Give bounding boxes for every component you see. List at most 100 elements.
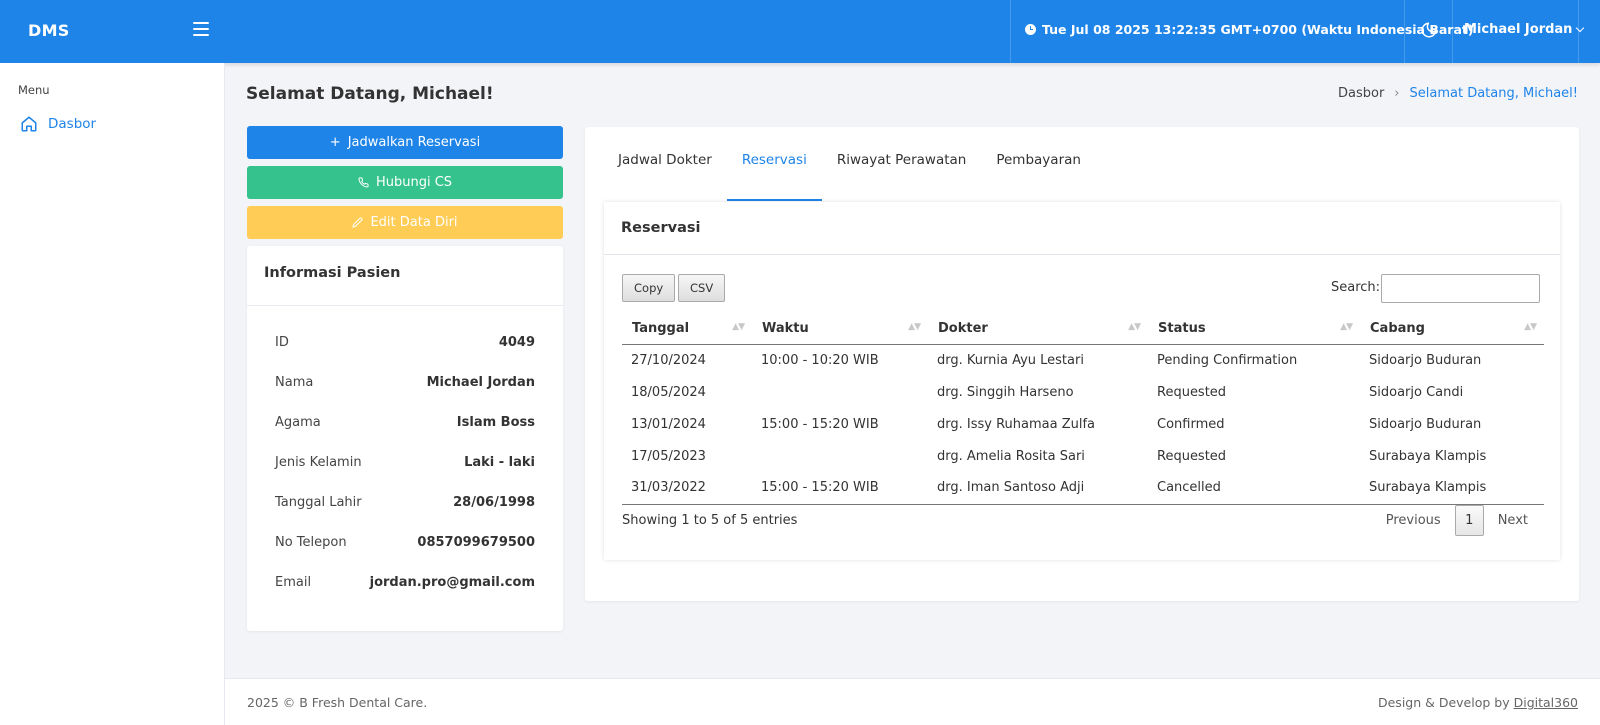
topbar-divider <box>1010 0 1011 63</box>
tab-reservasi[interactable]: Reservasi <box>726 147 822 201</box>
info-label: Tanggal Lahir <box>275 495 362 510</box>
column-header-tanggal[interactable]: Tanggal ▲▼ <box>622 313 752 345</box>
table-cell: Pending Confirmation <box>1157 352 1298 368</box>
page-title: Selamat Datang, Michael! <box>246 84 494 104</box>
column-header-status[interactable]: Status ▲▼ <box>1148 313 1360 345</box>
csv-button[interactable]: CSV <box>678 274 726 302</box>
edit-profile-button[interactable]: Edit Data Diri <box>247 206 563 239</box>
clock-icon <box>1025 24 1036 35</box>
tab-pembayaran[interactable]: Pembayaran <box>981 147 1096 201</box>
topbar-divider <box>1452 0 1453 63</box>
info-row-gender: Jenis Kelamin Laki - laki <box>275 455 535 470</box>
column-header-dokter[interactable]: Dokter ▲▼ <box>928 313 1148 345</box>
info-label: Email <box>275 575 312 590</box>
reservation-title: Reservasi <box>604 202 1560 255</box>
menu-title: Menu <box>18 83 50 97</box>
info-row-agama: Agama Islam Boss <box>275 415 535 430</box>
datetime-text: Tue Jul 08 2025 13:22:35 GMT+0700 (Waktu… <box>1042 22 1474 37</box>
sort-icon: ▲▼ <box>732 322 745 332</box>
contact-cs-button[interactable]: Hubungi CS <box>247 166 563 199</box>
table-cell: drg. Iman Santoso Adji <box>928 472 1148 505</box>
info-label: ID <box>275 335 289 350</box>
table-cell: Surabaya Klampis <box>1369 448 1487 464</box>
contact-cs-label: Hubungi CS <box>375 175 453 190</box>
table-cell: drg. Issy Ruhamaa Zulfa <box>937 416 1096 432</box>
search-label: Search: <box>1331 280 1381 295</box>
table-row: 13/01/2024 15:00 - 15:20 WIB drg. Issy R… <box>622 408 1544 440</box>
user-menu[interactable]: Michael Jordan <box>1464 22 1585 37</box>
sort-icon: ▲▼ <box>1128 322 1141 332</box>
info-row-email: Email jordan.pro@gmail.com <box>275 575 535 590</box>
column-header-label: Tanggal <box>632 320 690 336</box>
table-cell: Sidoarjo Candi <box>1369 384 1464 400</box>
table-row: 31/03/2022 15:00 - 15:20 WIB drg. Iman S… <box>622 472 1544 505</box>
info-value: Laki - laki <box>464 455 535 470</box>
user-name: Michael Jordan <box>1464 22 1573 37</box>
main-card: Jadwal Dokter Reservasi Riwayat Perawata… <box>585 127 1579 601</box>
info-value: 0857099679500 <box>417 535 535 550</box>
current-datetime: Tue Jul 08 2025 13:22:35 GMT+0700 (Waktu… <box>1025 22 1474 37</box>
reservation-panel: Reservasi Copy CSV Search: Tanggal ▲▼ Wak… <box>604 202 1560 560</box>
footer-copyright: 2025 © B Fresh Dental Care. <box>247 695 428 710</box>
column-header-waktu[interactable]: Waktu ▲▼ <box>752 313 928 345</box>
table-info: Showing 1 to 5 of 5 entries <box>622 513 798 528</box>
topbar-divider <box>1404 0 1405 63</box>
table-cell: 27/10/2024 <box>631 352 706 368</box>
pencil-icon <box>352 217 363 228</box>
column-header-label: Cabang <box>1370 320 1425 336</box>
footer: 2025 © B Fresh Dental Care. Design & Dev… <box>225 678 1600 725</box>
info-value: jordan.pro@gmail.com <box>369 575 535 590</box>
tab-jadwal-dokter[interactable]: Jadwal Dokter <box>603 147 727 201</box>
table-row: 18/05/2024 drg. Singgih Harseno Requeste… <box>622 376 1544 408</box>
info-row-birthdate: Tanggal Lahir 28/06/1998 <box>275 495 535 510</box>
previous-page-button[interactable]: Previous <box>1372 513 1455 528</box>
table-cell: Cancelled <box>1148 472 1360 505</box>
column-header-label: Status <box>1158 320 1206 336</box>
table-cell: 31/03/2022 <box>622 472 752 505</box>
table-row: 27/10/2024 10:00 - 10:20 WIB drg. Kurnia… <box>622 344 1544 376</box>
info-value: 28/06/1998 <box>453 495 535 510</box>
info-value: Islam Boss <box>456 415 535 430</box>
breadcrumb: Dasbor › Selamat Datang, Michael! <box>1338 86 1578 101</box>
search-input[interactable] <box>1381 274 1540 303</box>
page-button-current[interactable]: 1 <box>1454 505 1484 536</box>
sort-icon: ▲▼ <box>908 322 921 332</box>
tab-riwayat-perawatan[interactable]: Riwayat Perawatan <box>822 147 982 201</box>
breadcrumb-item-dasbor[interactable]: Dasbor <box>1338 86 1384 101</box>
info-label: Jenis Kelamin <box>275 455 362 470</box>
home-icon <box>21 116 37 132</box>
footer-credit-link[interactable]: Digital360 <box>1514 695 1578 710</box>
table-cell: 15:00 - 15:20 WIB <box>752 472 928 505</box>
sort-icon: ▲▼ <box>1524 322 1537 332</box>
sidebar-item-dasbor[interactable]: Dasbor <box>20 115 96 133</box>
table-cell: 13/01/2024 <box>631 416 706 432</box>
info-row-nama: Nama Michael Jordan <box>275 375 535 390</box>
table-cell: 17/05/2023 <box>631 448 706 464</box>
table-row: 17/05/2023 drg. Amelia Rosita Sari Reque… <box>622 440 1544 472</box>
table-cell: Requested <box>1157 448 1227 464</box>
footer-credit-prefix: Design & Develop by <box>1377 695 1510 710</box>
table-cell <box>752 376 928 408</box>
column-header-cabang[interactable]: Cabang ▲▼ <box>1360 313 1544 345</box>
schedule-reservation-button[interactable]: + Jadwalkan Reservasi <box>247 126 563 159</box>
sidebar-item-label: Dasbor <box>48 116 97 132</box>
breadcrumb-separator-icon: › <box>1394 86 1400 101</box>
info-row-id: ID 4049 <box>275 335 535 350</box>
phone-icon <box>358 177 369 188</box>
info-value: 4049 <box>498 335 535 350</box>
table-cell: drg. Amelia Rosita Sari <box>937 448 1085 464</box>
next-page-button[interactable]: Next <box>1484 513 1542 528</box>
sort-icon: ▲▼ <box>1340 322 1353 332</box>
table-header-row: Tanggal ▲▼ Waktu ▲▼ Dokter ▲▼ Status ▲▼ Caba… <box>622 313 1544 345</box>
table-cell: Surabaya Klampis <box>1360 472 1544 505</box>
sidebar: Menu Dasbor <box>0 63 225 725</box>
table-cell: 15:00 - 15:20 WIB <box>761 416 879 432</box>
hamburger-menu-icon[interactable] <box>193 22 209 36</box>
table-cell: 10:00 - 10:20 WIB <box>761 352 879 368</box>
info-value: Michael Jordan <box>426 375 535 390</box>
brand-logo[interactable]: DMS <box>28 21 70 40</box>
patient-info-title: Informasi Pasien <box>247 246 563 306</box>
column-header-label: Dokter <box>938 320 988 336</box>
copy-button[interactable]: Copy <box>622 274 676 302</box>
moon-icon[interactable] <box>1420 21 1438 39</box>
